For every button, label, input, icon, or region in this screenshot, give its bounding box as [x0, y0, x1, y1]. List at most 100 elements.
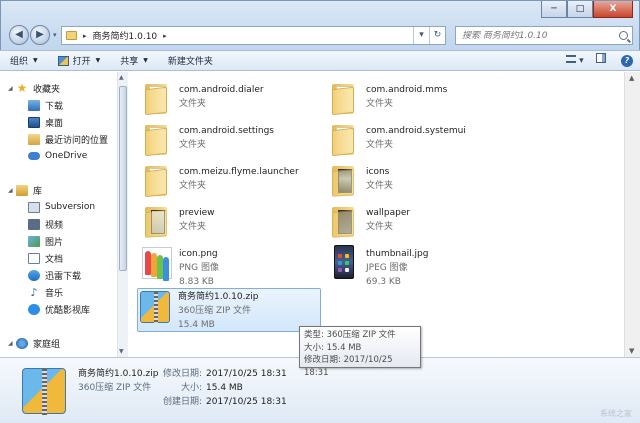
folder-icon — [332, 207, 354, 239]
forward-button[interactable]: ▶ — [30, 25, 50, 45]
change-view-button[interactable]: ▾ — [564, 53, 586, 69]
preview-pane-icon — [596, 52, 606, 63]
nav-homegroup[interactable]: ◢ 家庭组 — [0, 335, 60, 351]
nav-label: 图片 — [45, 237, 64, 248]
file-name: com.android.mms — [366, 85, 448, 95]
list-item[interactable]: com.android.settings 文件夹 — [139, 121, 319, 161]
breadcrumb-separator[interactable]: ▸ — [83, 32, 87, 40]
breadcrumb-arrow[interactable]: ▸ — [163, 32, 167, 40]
recent-pages-dropdown[interactable]: ▾ — [53, 31, 57, 39]
file-type: JPEG 图像 — [366, 263, 408, 273]
file-type: 文件夹 — [179, 181, 207, 191]
back-button[interactable]: ◀ — [9, 25, 29, 45]
content-scrollbar[interactable]: ▲ ▼ — [624, 72, 640, 357]
new-folder-button[interactable]: 新建文件夹 — [158, 51, 223, 70]
nav-subversion[interactable]: Subversion — [0, 199, 95, 215]
open-button[interactable]: 打开 ▼ — [48, 51, 111, 70]
list-item[interactable]: com.android.systemui 文件夹 — [326, 121, 506, 161]
nav-desktop[interactable]: 桌面 — [0, 114, 63, 130]
file-type: 文件夹 — [179, 99, 207, 109]
expand-icon[interactable]: ◢ — [8, 187, 16, 194]
details-modified-label: 修改日期: — [162, 369, 202, 379]
document-icon — [28, 252, 40, 264]
file-name: com.meizu.flyme.launcher — [179, 167, 299, 177]
scroll-up-icon[interactable]: ▲ — [629, 74, 634, 82]
scroll-up-icon[interactable]: ▲ — [119, 74, 124, 81]
xunlei-icon — [28, 269, 40, 281]
expand-icon[interactable]: ◢ — [8, 85, 16, 92]
command-bar: 组织 ▼ 打开 ▼ 共享 ▼ 新建文件夹 ▾ ? — [0, 50, 640, 71]
file-type: 文件夹 — [179, 140, 207, 150]
file-type: 文件夹 — [366, 140, 394, 150]
folder-icon — [66, 31, 77, 40]
scroll-down-icon[interactable]: ▼ — [119, 348, 124, 355]
nav-label: 音乐 — [45, 288, 64, 299]
details-size-label: 大小: — [180, 383, 202, 393]
close-button[interactable]: X — [593, 1, 633, 18]
help-icon: ? — [621, 54, 633, 67]
list-item[interactable]: icon.png PNG 图像 8.83 KB — [139, 244, 319, 287]
nav-label: 优酷影视库 — [45, 305, 91, 316]
search-input[interactable] — [462, 30, 612, 41]
help-button[interactable]: ? — [616, 53, 638, 69]
organize-button[interactable]: 组织 ▼ — [0, 51, 48, 70]
search-box[interactable] — [455, 26, 633, 45]
nav-youku[interactable]: 优酷影视库 — [0, 301, 90, 317]
chevron-down-icon: ▼ — [143, 57, 148, 64]
list-item-selected[interactable]: 商务简约1.0.10.zip 360压缩 ZIP 文件 15.4 MB — [137, 288, 321, 332]
nav-favorites[interactable]: ◢ ★ 收藏夹 — [0, 80, 60, 96]
folder-icon — [145, 207, 167, 239]
list-item[interactable]: com.android.dialer 文件夹 — [139, 80, 319, 120]
folder-icon — [145, 125, 167, 157]
zip-archive-icon — [140, 291, 170, 324]
list-item[interactable]: com.meizu.flyme.launcher 文件夹 — [139, 162, 319, 202]
nav-music[interactable]: ♪ 音乐 — [0, 284, 63, 300]
minimize-button[interactable]: ─ — [541, 1, 567, 18]
preview-pane-button[interactable] — [590, 52, 612, 69]
nav-libraries[interactable]: ◢ 库 — [0, 182, 42, 198]
list-item[interactable]: icons 文件夹 — [326, 162, 506, 202]
nav-label: 文档 — [45, 254, 64, 265]
list-item[interactable]: com.android.mms 文件夹 — [326, 80, 506, 120]
details-file-type: 360压缩 ZIP 文件 — [78, 383, 152, 393]
scroll-down-icon[interactable]: ▼ — [629, 347, 634, 355]
list-item[interactable]: preview 文件夹 — [139, 203, 319, 243]
search-icon[interactable] — [619, 31, 628, 40]
folder-icon — [145, 166, 167, 198]
file-size: 15.4 MB — [178, 320, 215, 330]
chevron-down-icon: ▼ — [95, 57, 101, 64]
file-size: 69.3 KB — [366, 277, 401, 287]
nav-pictures[interactable]: 图片 — [0, 233, 63, 249]
library-icon — [16, 184, 28, 196]
nav-label: 收藏夹 — [33, 84, 61, 95]
open-label: 打开 — [72, 57, 91, 67]
chevron-down-icon: ▼ — [33, 57, 38, 64]
address-history-dropdown[interactable]: ▾ — [413, 27, 429, 44]
breadcrumb-current[interactable]: 商务简约1.0.10 — [93, 29, 158, 42]
maximize-button[interactable]: □ — [567, 1, 593, 18]
nav-label: 视频 — [45, 220, 64, 231]
file-type: 360压缩 ZIP 文件 — [178, 306, 252, 316]
list-item[interactable]: wallpaper 文件夹 — [326, 203, 506, 243]
window-controls: ─ □ X — [541, 1, 633, 18]
list-item[interactable]: thumbnail.jpg JPEG 图像 69.3 KB — [326, 244, 506, 287]
nav-scrollbar[interactable]: ▲ ▼ — [117, 72, 128, 357]
address-bar[interactable]: ▸ 商务简约1.0.10 ▸ ▾ ↻ — [61, 26, 446, 45]
file-name: icons — [366, 167, 390, 177]
zip-archive-icon — [22, 368, 66, 415]
view-icon — [566, 54, 577, 63]
nav-videos[interactable]: 视频 — [0, 216, 63, 232]
navigation-pane: ◢ ★ 收藏夹 下载 桌面 最近访问的位置 OneDrive ◢ 库 Subve… — [0, 72, 128, 357]
folder-icon — [332, 166, 354, 198]
expand-icon[interactable]: ◢ — [8, 340, 16, 347]
refresh-button[interactable]: ↻ — [429, 27, 445, 44]
details-size-value: 15.4 MB — [206, 383, 243, 393]
share-button[interactable]: 共享 ▼ — [110, 51, 158, 70]
scroll-thumb[interactable] — [119, 86, 127, 271]
nav-xunlei[interactable]: 迅雷下载 — [0, 267, 81, 283]
nav-documents[interactable]: 文档 — [0, 250, 63, 266]
file-type: 文件夹 — [366, 181, 394, 191]
nav-recent[interactable]: 最近访问的位置 — [0, 131, 108, 147]
nav-onedrive[interactable]: OneDrive — [0, 148, 87, 164]
nav-downloads[interactable]: 下载 — [0, 97, 63, 113]
